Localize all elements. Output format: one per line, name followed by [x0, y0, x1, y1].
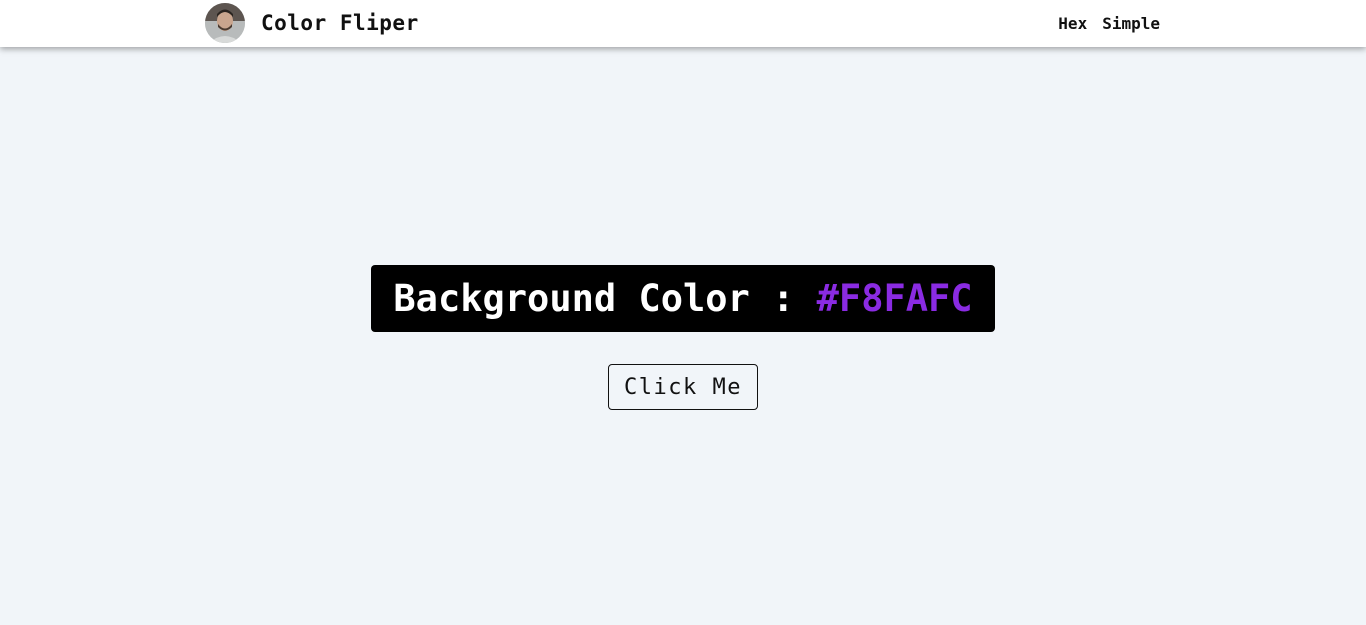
- color-display: Background Color : #F8FAFC: [371, 265, 995, 332]
- nav-links: Hex Simple: [1058, 14, 1160, 33]
- user-avatar: [205, 3, 245, 43]
- brand[interactable]: Color Fliper: [205, 3, 419, 43]
- nav-link-hex[interactable]: Hex: [1058, 14, 1087, 33]
- color-value: #F8FAFC: [816, 277, 973, 320]
- navbar: Color Fliper Hex Simple: [0, 0, 1366, 47]
- brand-title: Color Fliper: [261, 11, 419, 35]
- nav-link-simple[interactable]: Simple: [1102, 14, 1160, 33]
- color-label: Background Color :: [393, 277, 817, 320]
- click-me-button[interactable]: Click Me: [608, 364, 758, 410]
- avatar-photo-icon: [205, 3, 245, 43]
